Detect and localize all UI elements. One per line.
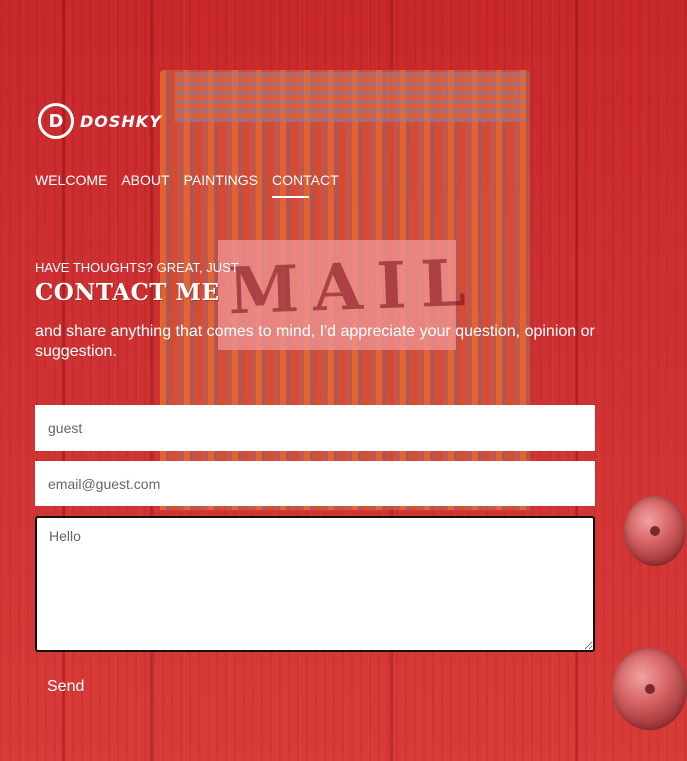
mailbox-painted-word: MAIL — [226, 245, 481, 330]
intro-text: and share anything that comes to mind, I… — [35, 323, 595, 360]
nav-item-welcome[interactable]: WELCOME — [35, 172, 107, 196]
door-handle-knob — [612, 648, 687, 730]
nav-item-contact[interactable]: CONTACT — [272, 172, 339, 198]
nav-item-paintings[interactable]: PAINTINGS — [184, 172, 258, 196]
page-title: CONTACT ME — [35, 279, 220, 306]
mailbox-lid — [175, 72, 525, 122]
email-field[interactable] — [35, 461, 595, 506]
logo-text: DOSHKY — [80, 111, 162, 131]
message-field[interactable] — [35, 516, 595, 652]
name-field[interactable] — [35, 405, 595, 451]
logo-mark-icon: D — [38, 103, 74, 139]
send-button[interactable]: Send — [35, 674, 96, 700]
section-eyebrow: HAVE THOUGHTS? GREAT, JUST — [35, 260, 239, 275]
door-lock-knob — [624, 496, 686, 566]
nav-item-about[interactable]: ABOUT — [121, 172, 169, 196]
main-nav: WELCOME ABOUT PAINTINGS CONTACT — [35, 172, 339, 198]
site-logo[interactable]: D DOSHKY — [38, 103, 162, 139]
